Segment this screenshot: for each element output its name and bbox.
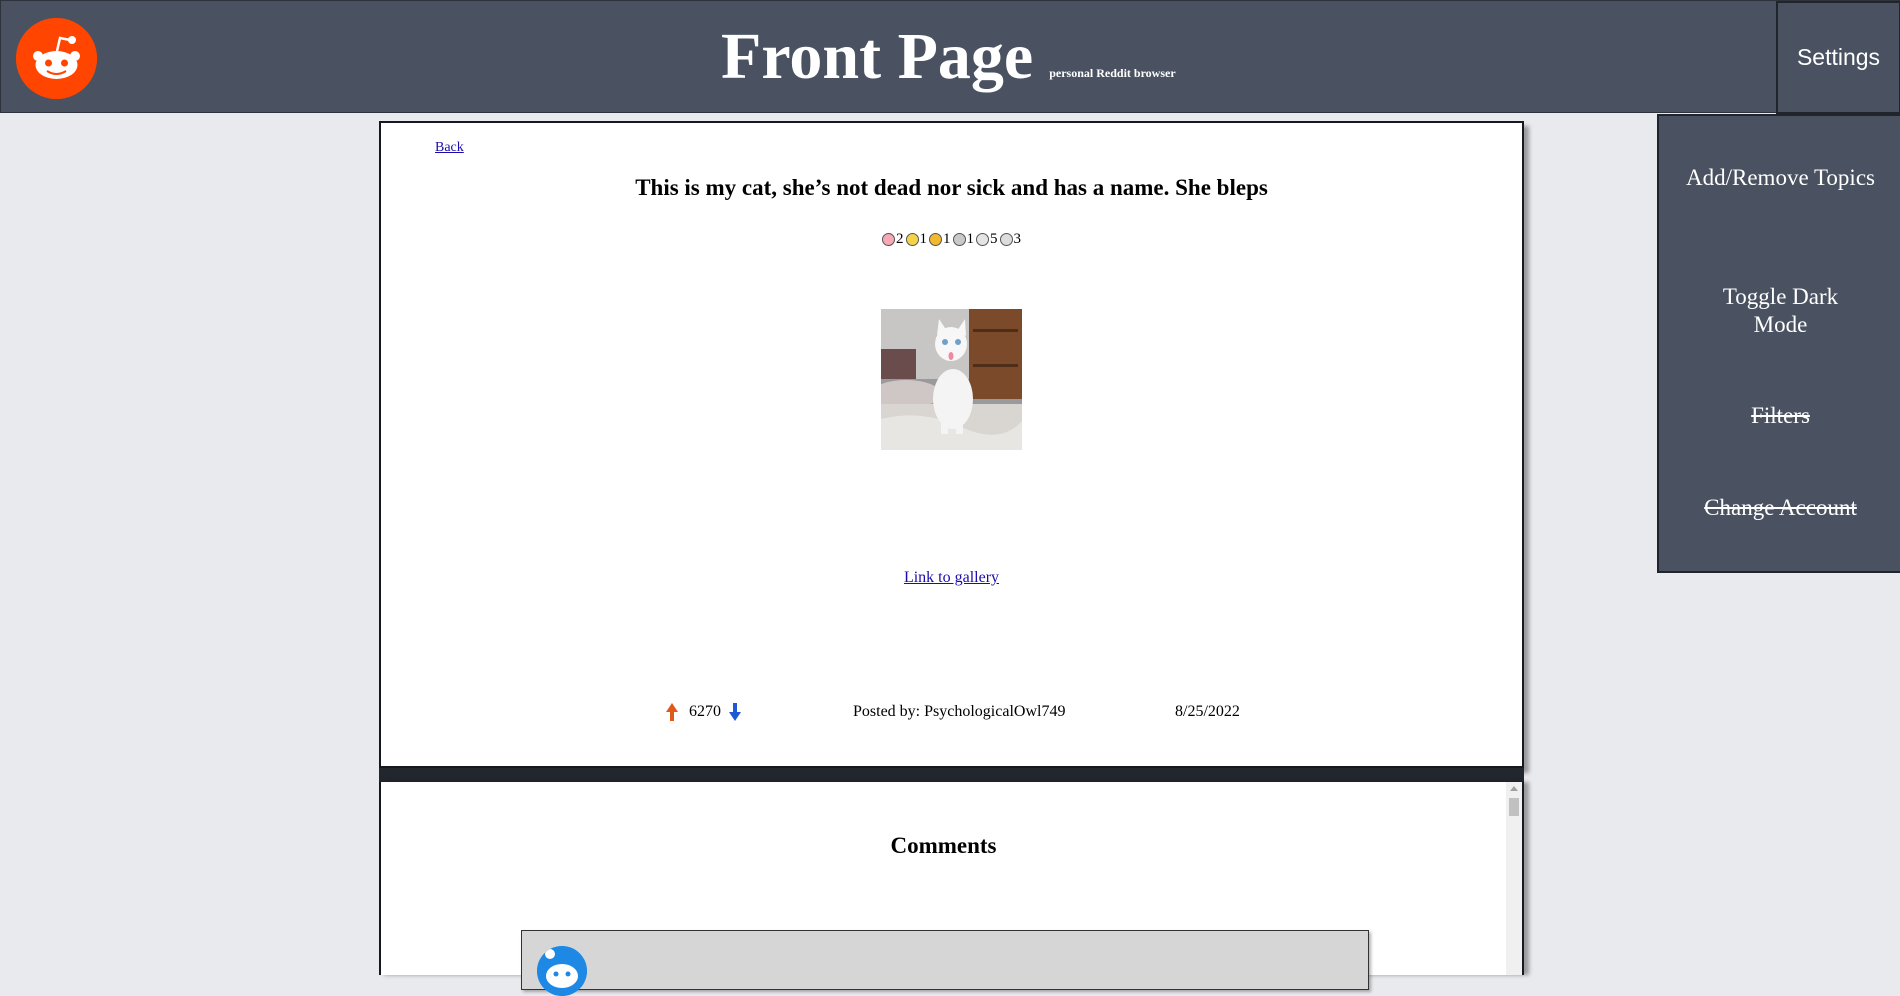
award-item: 1 (929, 231, 951, 248)
comments-section: Comments (379, 782, 1524, 996)
comments-scrollbar[interactable] (1506, 782, 1522, 975)
award-count: 3 (1013, 231, 1022, 247)
comment-item (521, 930, 1369, 996)
post-card: Back This is my cat, she’s not dead nor … (379, 121, 1524, 768)
menu-item-change-account[interactable]: Change Account (1659, 494, 1900, 522)
award-count: 1 (943, 231, 951, 247)
settings-button[interactable]: Settings (1776, 1, 1900, 114)
scroll-thumb[interactable] (1509, 798, 1519, 816)
app-subtitle: personal Reddit browser (1049, 66, 1176, 80)
upvote-arrow-icon[interactable] (665, 702, 679, 727)
gallery-link[interactable]: Link to gallery (381, 569, 1522, 587)
awards-row: 2 1 1 1 5 3 (381, 231, 1522, 248)
award-item: 1 (905, 231, 928, 248)
award-item: 1 (952, 231, 975, 248)
post-date: 8/25/2022 (1175, 703, 1240, 720)
laughing-award-icon (905, 233, 919, 246)
award-count: 1 (919, 231, 928, 247)
award-count: 2 (896, 231, 904, 247)
award-item: 5 (976, 231, 998, 248)
reddit-logo-icon[interactable] (16, 18, 97, 99)
header-bar: Front Page personal Reddit browser Setti… (0, 0, 1900, 114)
award-item: 2 (882, 231, 904, 248)
back-link[interactable]: Back (435, 140, 464, 156)
post-meta-row: 6270 Posted by: PsychologicalOwl749 8/25… (381, 702, 1522, 724)
heart-award-icon (882, 233, 895, 246)
post-score: 6270 (689, 703, 721, 720)
award-count: 1 (966, 231, 975, 247)
post-image[interactable] (881, 309, 1022, 450)
coin-award-icon (999, 233, 1013, 246)
menu-item-toggle-dark-mode[interactable]: Toggle Dark Mode (1659, 283, 1900, 339)
award-item: 3 (999, 231, 1022, 248)
menu-item-filters[interactable]: Filters (1659, 402, 1900, 430)
comment-avatar-icon (537, 946, 587, 996)
helpful-award-icon (929, 233, 942, 246)
scroll-up-arrow-icon[interactable] (1510, 786, 1518, 791)
comments-heading: Comments (890, 833, 997, 858)
silver-award-icon (976, 233, 989, 246)
post-title: This is my cat, she’s not dead nor sick … (635, 175, 1268, 200)
downvote-arrow-icon[interactable] (728, 702, 742, 727)
menu-item-add-remove-topics[interactable]: Add/Remove Topics (1659, 164, 1900, 192)
app-title: Front Page (721, 20, 1034, 93)
section-divider (379, 768, 1524, 782)
award-count: 5 (990, 231, 998, 247)
wholesome-award-icon (952, 233, 966, 246)
post-author: Posted by: PsychologicalOwl749 (853, 703, 1066, 720)
app-title-group: Front Page personal Reddit browser (721, 19, 1176, 95)
settings-menu: Add/Remove Topics Toggle Dark Mode Filte… (1657, 114, 1900, 573)
